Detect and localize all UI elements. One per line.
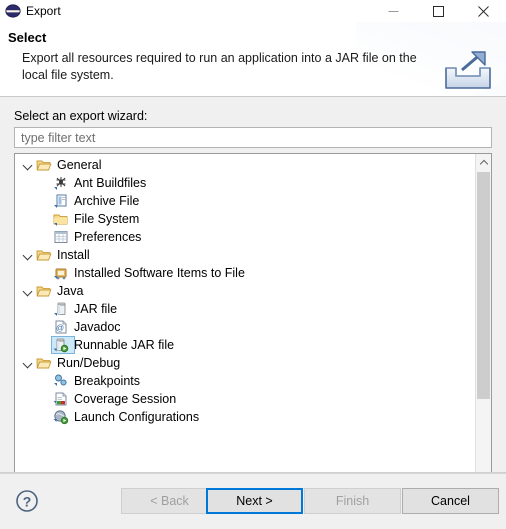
tree-item-label: Installed Software Items to File [74,266,245,280]
dialog-footer: ? < Back Next > Finish Cancel [0,473,506,529]
jar-file-icon [53,301,69,317]
tree-category-row[interactable]: Java [15,282,475,300]
wizard-select-label: Select an export wizard: [14,109,148,123]
tree-rows: General Ant Buildfiles Archive File File Sy… [15,154,475,511]
tree-item-label: Javadoc [74,320,121,334]
next-button[interactable]: Next > [206,488,303,514]
preferences-icon [53,229,69,245]
file-system-folder-icon [53,211,69,227]
back-button[interactable]: < Back [121,488,218,514]
tree-category-row[interactable]: Install [15,246,475,264]
tree-item-row[interactable]: Breakpoints [15,372,475,390]
tree-category-row[interactable]: General [15,156,475,174]
tree-item-label: Breakpoints [74,374,141,388]
runnable-jar-icon [53,337,69,353]
tree-item-row[interactable]: Archive File [15,192,475,210]
tree-item-label: File System [74,212,140,226]
export-dialog: Export Select Export all resources requi… [0,0,506,529]
chevron-down-icon[interactable] [23,250,34,261]
dialog-body: Select an export wizard: General Ant Buil… [0,97,506,512]
maximize-button[interactable] [416,0,461,22]
tree-category-row[interactable]: Run/Debug [15,354,475,372]
chevron-down-icon[interactable] [23,160,34,171]
chevron-down-icon[interactable] [23,286,34,297]
chevron-down-icon[interactable] [23,358,34,369]
tree-item-label: Runnable JAR file [74,338,175,352]
open-folder-icon [36,157,52,173]
wizard-header: Select Export all resources required to … [0,22,506,97]
tree-item-label: Coverage Session [74,392,177,406]
scroll-up-icon[interactable] [476,154,491,170]
minimize-button[interactable] [371,0,416,22]
tree-item-label: Java [57,284,84,298]
tree-item-label: Install [57,248,90,262]
tree-item-row[interactable]: Preferences [15,228,475,246]
tree-item-label: JAR file [74,302,118,316]
coverage-session-icon [53,391,69,407]
tree-item-label: Archive File [74,194,140,208]
page-description: Export all resources required to run an … [22,51,417,82]
window-title: Export [26,4,61,18]
cancel-button[interactable]: Cancel [402,488,499,514]
tree-item-row[interactable]: Coverage Session [15,390,475,408]
close-button[interactable] [461,0,506,22]
page-title: Select [8,30,47,45]
tree-item-row[interactable]: Ant Buildfiles [15,174,475,192]
tree-item-row[interactable]: Launch Configurations [15,408,475,426]
launch-configurations-icon [53,409,69,425]
tree-item-row[interactable]: JAR file [15,300,475,318]
breakpoints-icon [53,373,69,389]
scrollbar-thumb[interactable] [477,172,490,399]
tree-item-label: Launch Configurations [74,410,200,424]
title-bar: Export [0,0,506,22]
tree-item-row[interactable]: @ Javadoc [15,318,475,336]
export-wizard-icon [442,50,494,94]
archive-file-icon [53,193,69,209]
installed-software-icon [53,265,69,281]
tree-item-label: General [57,158,102,172]
tree-item-label: Preferences [74,230,142,244]
tree-item-row[interactable]: Runnable JAR file [15,336,475,354]
export-wizard-tree[interactable]: General Ant Buildfiles Archive File File Sy… [14,153,492,512]
javadoc-icon: @ [53,319,69,335]
finish-button[interactable]: Finish [304,488,401,514]
help-icon[interactable]: ? [14,488,40,514]
open-folder-icon [36,247,52,263]
window-controls [371,0,506,22]
svg-text:@: @ [56,324,64,333]
ant-buildfile-icon [53,175,69,191]
svg-text:?: ? [23,494,32,510]
open-folder-icon [36,355,52,371]
tree-item-label: Ant Buildfiles [74,176,147,190]
open-folder-icon [36,283,52,299]
tree-item-row[interactable]: File System [15,210,475,228]
tree-item-row[interactable]: Installed Software Items to File [15,264,475,282]
filter-input[interactable] [14,127,492,148]
tree-item-label: Run/Debug [57,356,121,370]
eclipse-logo-icon [5,3,21,19]
tree-vertical-scrollbar[interactable] [475,154,491,511]
